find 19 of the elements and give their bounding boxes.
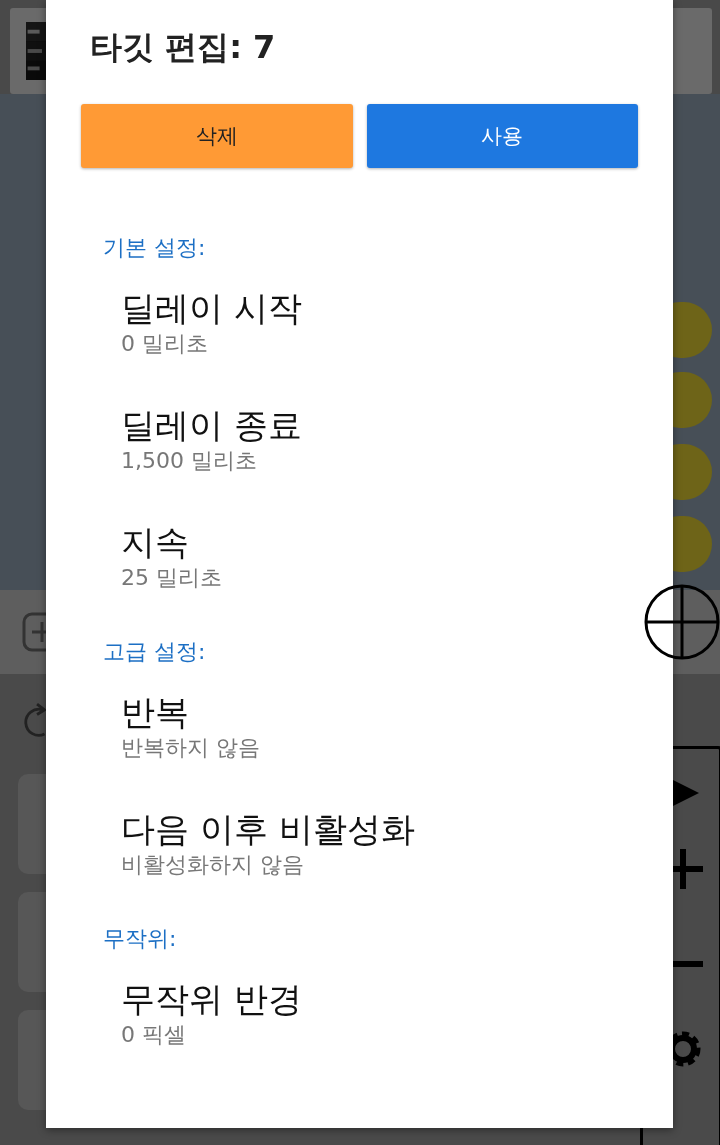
delete-button[interactable]: 삭제 <box>81 104 353 168</box>
setting-value: 0 밀리초 <box>121 330 208 358</box>
section-header: 무작위: <box>103 925 178 953</box>
setting-value: 25 밀리초 <box>121 564 222 592</box>
setting-value: 0 픽셀 <box>121 1021 186 1049</box>
setting-title[interactable]: 딜레이 시작 <box>121 286 302 330</box>
setting-value: 반복하지 않음 <box>121 734 260 762</box>
section-header: 기본 설정: <box>103 234 207 262</box>
dialog-title: 타깃 편집: 7 <box>90 27 277 68</box>
setting-title[interactable]: 지속 <box>121 520 189 564</box>
setting-title[interactable]: 딜레이 종료 <box>121 403 302 447</box>
crosshair-icon[interactable] <box>642 582 720 662</box>
setting-title[interactable]: 무작위 반경 <box>121 977 302 1021</box>
section-header: 고급 설정: <box>103 638 207 666</box>
setting-title[interactable]: 반복 <box>121 690 189 734</box>
setting-title[interactable]: 다음 이후 비활성화 <box>121 807 415 851</box>
setting-value: 비활성화하지 않음 <box>121 851 304 879</box>
setting-value: 1,500 밀리초 <box>121 447 257 475</box>
use-button[interactable]: 사용 <box>366 104 638 168</box>
